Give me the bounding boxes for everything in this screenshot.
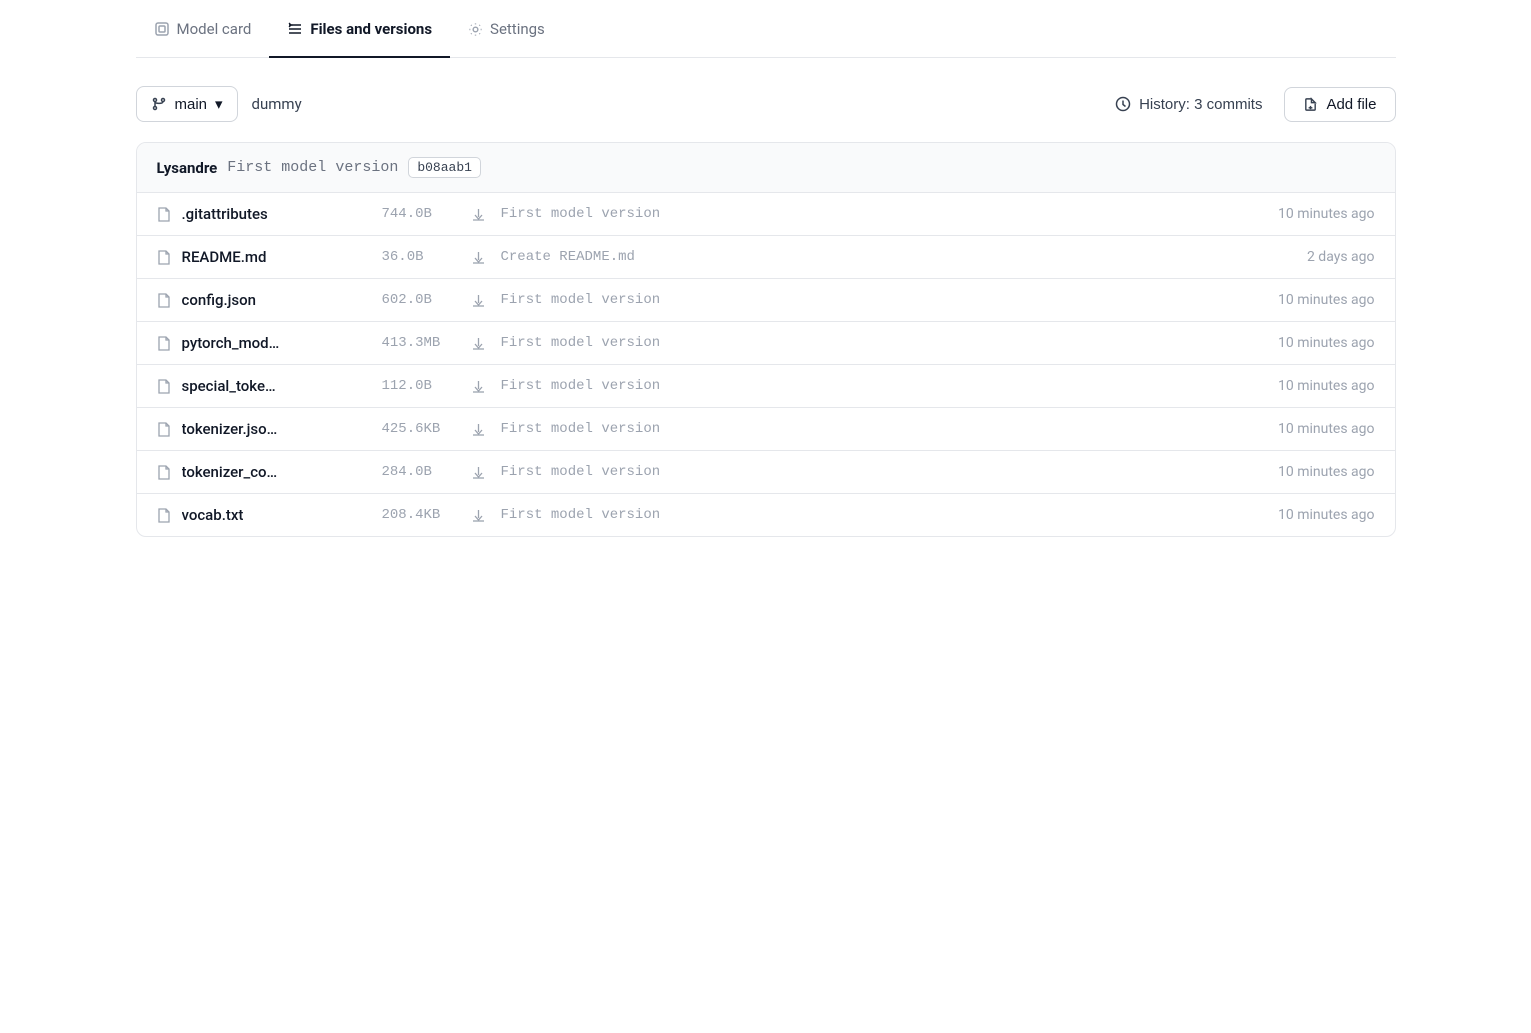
file-size: 413.3MB bbox=[382, 335, 472, 351]
file-time: 10 minutes ago bbox=[1245, 292, 1375, 308]
branch-chevron-icon: ▾ bbox=[215, 95, 223, 113]
file-icon bbox=[157, 336, 170, 351]
table-row: vocab.txt 208.4KB First model version 10… bbox=[137, 494, 1395, 536]
file-name[interactable]: README.md bbox=[182, 248, 382, 266]
file-size: 602.0B bbox=[382, 292, 472, 308]
file-icon bbox=[157, 465, 170, 480]
file-icon bbox=[157, 293, 170, 308]
table-row: .gitattributes 744.0B First model versio… bbox=[137, 193, 1395, 236]
file-commit-message: First model version bbox=[501, 335, 1245, 351]
download-icon[interactable] bbox=[472, 466, 485, 479]
file-time: 10 minutes ago bbox=[1245, 378, 1375, 394]
repo-name: dummy bbox=[252, 95, 302, 113]
table-row: pytorch_mod… 413.3MB First model version… bbox=[137, 322, 1395, 365]
file-time: 10 minutes ago bbox=[1245, 464, 1375, 480]
commit-header-row: Lysandre First model version b08aab1 bbox=[137, 143, 1395, 193]
file-table: Lysandre First model version b08aab1 .gi… bbox=[136, 142, 1396, 537]
file-icon bbox=[157, 422, 170, 437]
download-icon[interactable] bbox=[472, 208, 485, 221]
file-time: 10 minutes ago bbox=[1245, 421, 1375, 437]
file-commit-message: First model version bbox=[501, 378, 1245, 394]
file-commit-message: First model version bbox=[501, 421, 1245, 437]
file-name[interactable]: config.json bbox=[182, 291, 382, 309]
file-commit-message: First model version bbox=[501, 292, 1245, 308]
tab-settings[interactable]: Settings bbox=[450, 0, 563, 58]
branch-icon bbox=[151, 96, 167, 112]
file-name[interactable]: tokenizer_co… bbox=[182, 463, 382, 481]
file-size: 744.0B bbox=[382, 206, 472, 222]
file-icon bbox=[157, 250, 170, 265]
file-name[interactable]: special_toke… bbox=[182, 377, 382, 395]
tab-files-and-versions[interactable]: Files and versions bbox=[269, 0, 450, 58]
tab-model-card-label: Model card bbox=[177, 20, 252, 38]
file-size: 425.6KB bbox=[382, 421, 472, 437]
add-file-button[interactable]: Add file bbox=[1284, 87, 1395, 122]
commit-author: Lysandre bbox=[157, 159, 218, 177]
file-time: 10 minutes ago bbox=[1245, 507, 1375, 523]
file-commit-message: First model version bbox=[501, 507, 1245, 523]
branch-name: main bbox=[175, 96, 208, 113]
branch-selector-button[interactable]: main ▾ bbox=[136, 86, 238, 122]
clock-icon bbox=[1115, 96, 1131, 112]
download-icon[interactable] bbox=[472, 509, 485, 522]
tab-files-label: Files and versions bbox=[310, 20, 432, 38]
tab-model-card[interactable]: Model card bbox=[136, 0, 270, 58]
table-row: config.json 602.0B First model version 1… bbox=[137, 279, 1395, 322]
file-time: 10 minutes ago bbox=[1245, 206, 1375, 222]
file-size: 36.0B bbox=[382, 249, 472, 265]
table-row: tokenizer.jso… 425.6KB First model versi… bbox=[137, 408, 1395, 451]
file-name[interactable]: vocab.txt bbox=[182, 506, 382, 524]
commit-hash[interactable]: b08aab1 bbox=[408, 157, 481, 178]
table-row: tokenizer_co… 284.0B First model version… bbox=[137, 451, 1395, 494]
toolbar: main ▾ dummy History: 3 commits bbox=[136, 58, 1396, 142]
gear-icon bbox=[468, 22, 483, 37]
cube-icon bbox=[154, 21, 170, 37]
file-commit-message: Create README.md bbox=[501, 249, 1245, 265]
file-icon bbox=[157, 207, 170, 222]
tabs-bar: Model card Files and versions bbox=[136, 0, 1396, 58]
file-plus-icon bbox=[1303, 97, 1318, 112]
file-commit-message: First model version bbox=[501, 206, 1245, 222]
add-file-label: Add file bbox=[1326, 96, 1376, 113]
file-name[interactable]: tokenizer.jso… bbox=[182, 420, 382, 438]
file-time: 2 days ago bbox=[1245, 249, 1375, 265]
file-icon bbox=[157, 379, 170, 394]
download-icon[interactable] bbox=[472, 337, 485, 350]
download-icon[interactable] bbox=[472, 423, 485, 436]
file-time: 10 minutes ago bbox=[1245, 335, 1375, 351]
table-row: special_toke… 112.0B First model version… bbox=[137, 365, 1395, 408]
commit-message: First model version bbox=[227, 159, 398, 176]
download-icon[interactable] bbox=[472, 294, 485, 307]
file-name[interactable]: pytorch_mod… bbox=[182, 334, 382, 352]
table-row: README.md 36.0B Create README.md 2 days … bbox=[137, 236, 1395, 279]
file-size: 208.4KB bbox=[382, 507, 472, 523]
tab-settings-label: Settings bbox=[490, 20, 545, 38]
download-icon[interactable] bbox=[472, 380, 485, 393]
file-name[interactable]: .gitattributes bbox=[182, 205, 382, 223]
file-commit-message: First model version bbox=[501, 464, 1245, 480]
history-button[interactable]: History: 3 commits bbox=[1107, 88, 1270, 121]
list-icon bbox=[287, 21, 303, 37]
file-icon bbox=[157, 508, 170, 523]
file-size: 284.0B bbox=[382, 464, 472, 480]
download-icon[interactable] bbox=[472, 251, 485, 264]
file-size: 112.0B bbox=[382, 378, 472, 394]
history-label: History: 3 commits bbox=[1139, 96, 1262, 113]
